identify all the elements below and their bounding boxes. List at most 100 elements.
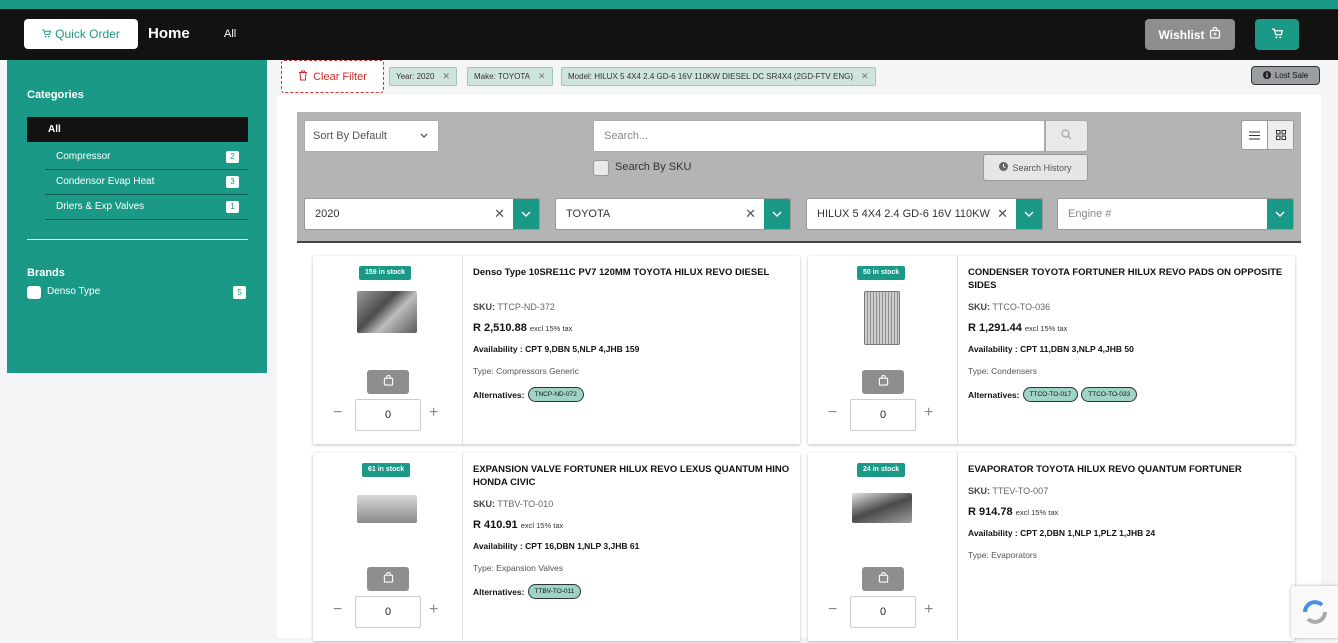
info-icon — [1262, 70, 1271, 81]
sidebar-divider — [27, 239, 248, 240]
alternative-chip[interactable]: TTCO-TO-017 — [1022, 387, 1079, 402]
search-filter-panel: Sort By Default Search... Search By SKU … — [297, 112, 1301, 243]
engine-select[interactable]: Engine # — [1057, 198, 1294, 230]
alternatives-label: Alternatives: — [968, 389, 1020, 400]
add-to-cart-button[interactable] — [367, 567, 409, 591]
close-icon[interactable]: ✕ — [861, 71, 869, 82]
filter-chip-year[interactable]: Year: 2020 ✕ — [389, 67, 457, 86]
make-select[interactable]: TOYOTA ✕ — [555, 198, 791, 230]
quantity-input[interactable]: 0 — [355, 399, 421, 431]
list-view-icon[interactable] — [1242, 121, 1267, 149]
type-value: Compressors Generic — [496, 366, 579, 376]
type-value: Expansion Valves — [496, 563, 564, 573]
tax-note: excl 15% tax — [520, 521, 564, 530]
lost-sale-label: Lost Sale — [1274, 71, 1309, 80]
add-to-cart-button[interactable] — [862, 567, 904, 591]
wishlist-button[interactable]: Wishlist — [1145, 19, 1235, 50]
add-to-cart-button[interactable] — [367, 370, 409, 394]
alternative-chip[interactable]: TTBV-TO-011 — [527, 584, 582, 599]
categories-heading: Categories — [27, 89, 84, 101]
product-image-evaporator[interactable] — [852, 493, 912, 523]
product-title[interactable]: EVAPORATOR TOYOTA HILUX REVO QUANTUM FOR… — [968, 463, 1286, 478]
search-by-sku-checkbox[interactable] — [593, 160, 609, 176]
product-price: R 2,510.88 excl 15% tax — [473, 322, 791, 334]
chevron-down-icon — [419, 121, 429, 164]
recaptcha-icon — [1291, 600, 1338, 642]
product-image-expansion-valve[interactable] — [357, 495, 417, 523]
shopping-bag-icon — [878, 570, 889, 588]
search-button[interactable] — [1045, 120, 1088, 152]
search-icon — [1061, 127, 1072, 145]
chevron-down-icon[interactable] — [513, 199, 539, 229]
quantity-input[interactable]: 0 — [355, 596, 421, 628]
decrease-qty-button[interactable]: − — [828, 404, 837, 422]
category-item-condensor-evap-heat[interactable]: Condensor Evap Heat 3 — [45, 170, 248, 195]
brand-label[interactable]: Denso Type — [47, 286, 100, 297]
increase-qty-button[interactable]: + — [924, 404, 933, 422]
chevron-down-icon[interactable] — [1267, 199, 1293, 229]
decrease-qty-button[interactable]: − — [828, 601, 837, 619]
add-to-cart-button[interactable] — [862, 370, 904, 394]
alternatives-label: Alternatives: — [473, 586, 525, 597]
chevron-down-icon[interactable] — [764, 199, 790, 229]
page-title[interactable]: Home — [148, 25, 190, 42]
decrease-qty-button[interactable]: − — [333, 601, 342, 619]
alternative-chip[interactable]: TTCO-TO-033 — [1081, 387, 1138, 402]
product-image-condenser[interactable] — [864, 291, 900, 345]
category-count-badge: 1 — [226, 201, 239, 213]
clear-model-icon[interactable]: ✕ — [993, 199, 1008, 229]
product-availability: Availability : CPT 9,DBN 5,NLP 4,JHB 159 — [473, 344, 791, 354]
brand-checkbox-denso-type[interactable] — [27, 286, 41, 299]
search-history-label: Search History — [1012, 162, 1072, 173]
product-image-compressor[interactable] — [357, 291, 417, 333]
product-availability: Availability : CPT 2,DBN 1,NLP 1,PLZ 1,J… — [968, 528, 1286, 538]
product-availability: Availability : CPT 11,DBN 3,NLP 4,JHB 50 — [968, 344, 1286, 354]
search-history-button[interactable]: Search History — [983, 154, 1088, 181]
brands-heading: Brands — [27, 267, 65, 279]
close-icon[interactable]: ✕ — [442, 71, 450, 82]
grid-view-icon[interactable] — [1267, 121, 1293, 149]
year-select[interactable]: 2020 ✕ — [304, 198, 540, 230]
lost-sale-button[interactable]: Lost Sale — [1251, 66, 1320, 85]
close-icon[interactable]: ✕ — [538, 71, 546, 82]
sort-select-value: Sort By Default — [313, 130, 387, 142]
product-card: 24 in stock − 0 + EVAPORATOR TOYOTA HILU… — [808, 453, 1295, 641]
filter-chip-model[interactable]: Model: HILUX 5 4X4 2.4 GD-6 16V 110KW DI… — [561, 67, 876, 86]
product-title[interactable]: Denso Type 10SRE11C PV7 120MM TOYOTA HIL… — [473, 266, 791, 294]
model-select[interactable]: HILUX 5 4X4 2.4 GD-6 16V 110KW ✕ — [806, 198, 1043, 230]
increase-qty-button[interactable]: + — [429, 404, 438, 422]
increase-qty-button[interactable]: + — [924, 601, 933, 619]
quantity-input[interactable]: 0 — [850, 399, 916, 431]
product-sku: SKU: TTCO-TO-036 — [968, 302, 1286, 312]
sort-select[interactable]: Sort By Default — [304, 120, 439, 152]
filter-chip-make[interactable]: Make: TOYOTA ✕ — [467, 67, 553, 86]
filter-chip-label: Make: TOYOTA — [474, 72, 531, 81]
quantity-input[interactable]: 0 — [850, 596, 916, 628]
shopping-bag-icon — [878, 373, 889, 391]
make-select-value: TOYOTA — [566, 208, 611, 220]
product-alternatives: Alternatives: TNCP-ND-072 — [473, 387, 791, 402]
category-all[interactable]: All — [27, 117, 248, 142]
type-label: Type: — [473, 563, 494, 573]
clear-year-icon[interactable]: ✕ — [494, 199, 505, 229]
clear-make-icon[interactable]: ✕ — [745, 199, 756, 229]
decrease-qty-button[interactable]: − — [333, 404, 342, 422]
product-title[interactable]: CONDENSER TOYOTA FORTUNER HILUX REVO PAD… — [968, 266, 1286, 294]
quick-order-button[interactable]: Quick Order — [24, 19, 138, 49]
search-by-sku-label[interactable]: Search By SKU — [615, 161, 691, 173]
stock-badge: 24 in stock — [857, 463, 906, 477]
sku-value: TTBV-TO-010 — [497, 499, 554, 509]
cart-icon — [42, 27, 52, 41]
category-item-driers-exp-valves[interactable]: Driers & Exp Valves 1 — [45, 195, 248, 220]
cart-button[interactable] — [1255, 19, 1299, 50]
category-item-compressor[interactable]: Compressor 2 — [45, 145, 248, 170]
product-title[interactable]: EXPANSION VALVE FORTUNER HILUX REVO LEXU… — [473, 463, 791, 491]
increase-qty-button[interactable]: + — [429, 601, 438, 619]
search-input[interactable]: Search... — [593, 120, 1045, 152]
chevron-down-icon[interactable] — [1016, 199, 1042, 229]
nav-all-link[interactable]: All — [224, 28, 236, 40]
sku-value: TTEV-TO-007 — [992, 486, 1049, 496]
recaptcha-badge[interactable] — [1291, 586, 1338, 638]
clear-filter-button[interactable]: Clear Filter — [281, 60, 384, 93]
alternative-chip[interactable]: TNCP-ND-072 — [527, 387, 584, 402]
